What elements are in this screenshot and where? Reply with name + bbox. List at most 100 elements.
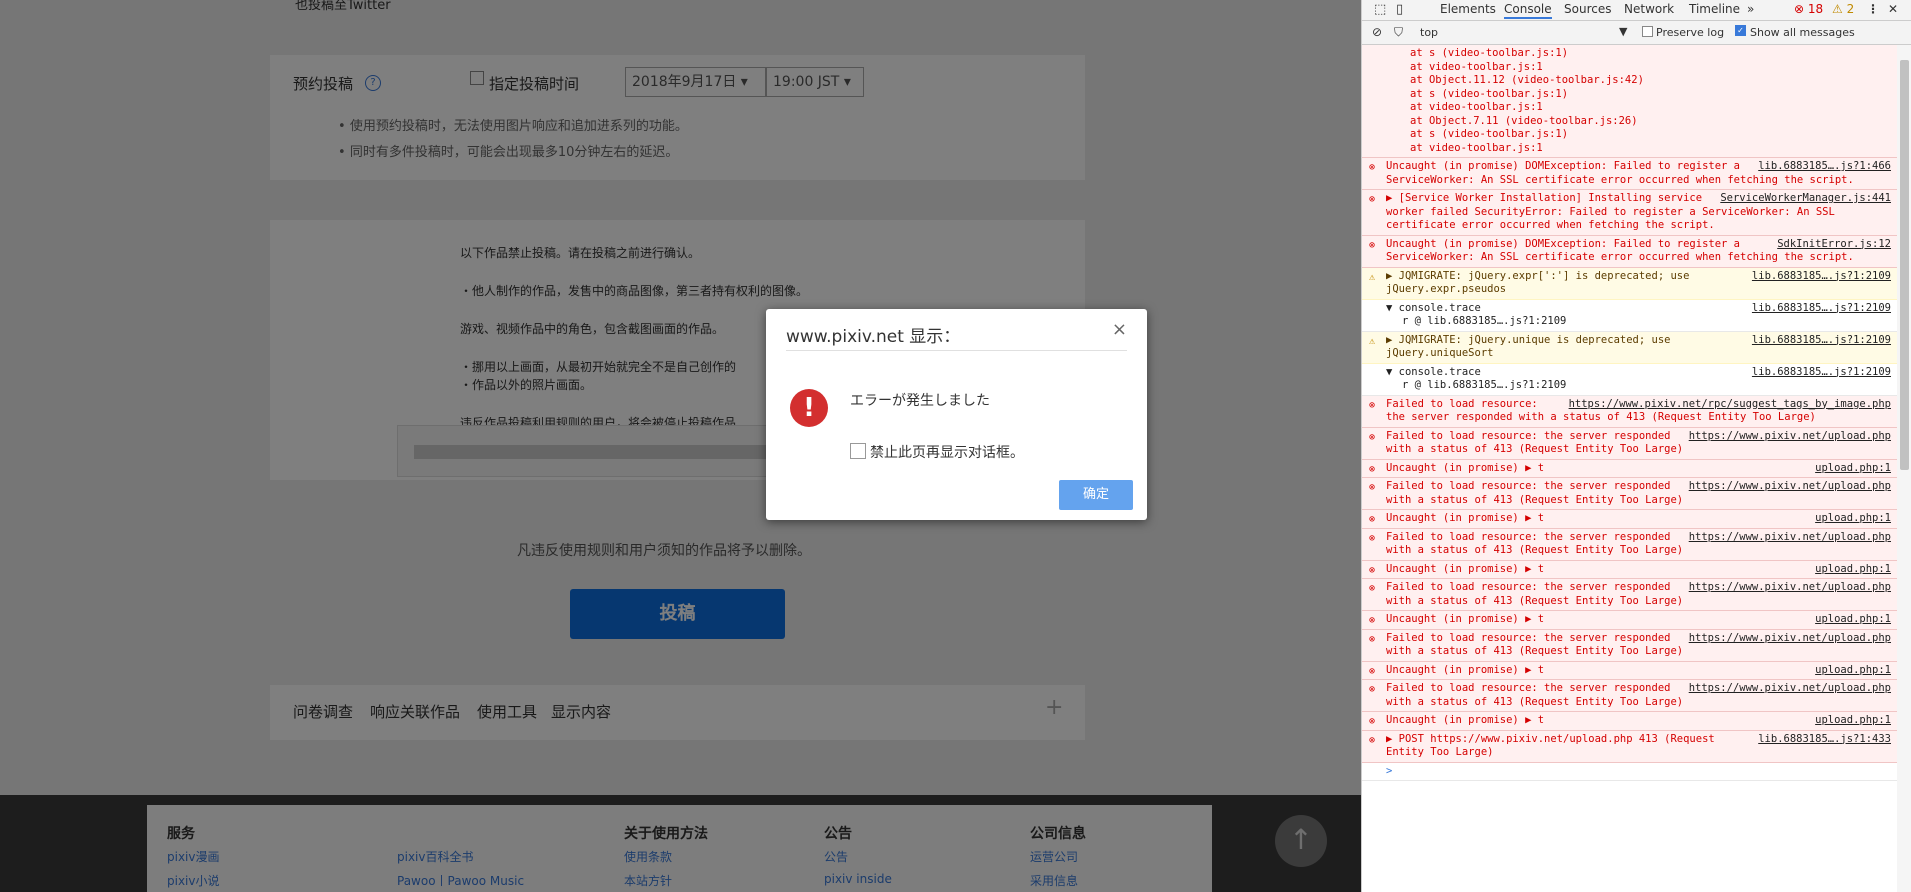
message-source-link[interactable]: https://www.pixiv.net/upload.php [1689, 632, 1891, 646]
console-message[interactable]: ⊗ upload.php:1 Uncaught (in promise) ▶ t [1362, 712, 1897, 731]
message-source-link[interactable]: upload.php:1 [1815, 664, 1891, 678]
console-message[interactable]: ⊗ lib.6883185….js?1:466 Uncaught (in promi… [1362, 158, 1897, 190]
message-source-link[interactable]: https://www.pixiv.net/upload.php [1689, 682, 1891, 696]
trace-frame-link[interactable]: r @ lib.6883185….js?1:2109 [1386, 379, 1891, 393]
error-icon: ⊗ [1369, 514, 1376, 525]
tab-elements[interactable]: Elements [1440, 2, 1496, 16]
console-message[interactable]: ⊗ lib.6883185….js?1:433 ▶ POST https://www… [1362, 730, 1897, 763]
error-icon: ⊗ [1369, 564, 1376, 576]
message-source-link[interactable]: upload.php:1 [1815, 613, 1891, 627]
warning-count: 2 [1846, 2, 1855, 16]
message-source-link[interactable]: ServiceWorkerManager.js:441 [1720, 192, 1891, 206]
stack-line[interactable]: at s (video-toolbar.js:1) [1410, 128, 1891, 142]
modal-overlay[interactable] [0, 0, 1361, 892]
stack-line[interactable]: at s (video-toolbar.js:1) [1410, 88, 1891, 102]
message-source-link[interactable]: upload.php:1 [1815, 563, 1891, 577]
message-source-link[interactable]: lib.6883185….js?1:2109 [1752, 270, 1891, 284]
tab-timeline[interactable]: Timeline [1689, 2, 1740, 16]
warning-icon: ⚠ [1369, 335, 1376, 347]
kebab-menu-icon[interactable]: ⋮ [1867, 2, 1879, 16]
message-source-link[interactable]: lib.6883185….js?1:2109 [1752, 302, 1891, 316]
console-message[interactable]: lib.6883185….js?1:2109 ▼ console.trace r @… [1362, 299, 1897, 332]
filter-icon[interactable]: ⛉ [1394, 25, 1403, 40]
message-text: Uncaught (in promise) ▶ t [1386, 714, 1545, 726]
tab-more[interactable]: » [1747, 2, 1754, 16]
stack-line[interactable]: at video-toolbar.js:1 [1410, 142, 1891, 156]
stack-line[interactable]: at video-toolbar.js:1 [1410, 101, 1891, 115]
message-source-link[interactable]: lib.6883185….js?1:466 [1758, 160, 1891, 174]
inspect-icon[interactable]: ⬚ [1374, 2, 1386, 17]
stack-lines: at s (video-toolbar.js:1) at video-toolba… [1410, 47, 1891, 155]
stack-line[interactable]: at Object.7.11 (video-toolbar.js:26) [1410, 115, 1891, 129]
console-message[interactable]: lib.6883185….js?1:2109 ▼ console.trace r @… [1362, 363, 1897, 396]
trace-frame-link[interactable]: r @ lib.6883185….js?1:2109 [1386, 315, 1891, 329]
error-icon: ⊗ [1369, 684, 1376, 695]
ok-button[interactable]: 确定 [1059, 480, 1133, 510]
console-message[interactable]: ⊗ upload.php:1 Uncaught (in promise) ▶ t [1362, 611, 1897, 630]
context-select[interactable]: top [1420, 26, 1438, 39]
close-icon[interactable]: ✕ [1888, 2, 1898, 16]
tab-network[interactable]: Network [1624, 2, 1674, 16]
context-dropdown-icon[interactable]: ▼ [1619, 25, 1627, 38]
message-text: ▶ JQMIGRATE: jQuery.unique is deprecated… [1386, 333, 1671, 360]
console-message[interactable]: ⊗ upload.php:1 Uncaught (in promise) ▶ t [1362, 459, 1897, 478]
stack-line[interactable]: at video-toolbar.js:1 [1410, 61, 1891, 75]
show-all-checkbox[interactable]: ✓ [1735, 25, 1746, 36]
console-message[interactable]: ⊗ upload.php:1 Uncaught (in promise) ▶ t [1362, 510, 1897, 529]
error-icon: ⊗ [1369, 532, 1376, 544]
console-message[interactable]: ⊗ https://www.pixiv.net/upload.php Failed … [1362, 629, 1897, 662]
stack-line[interactable]: at Object.11.12 (video-toolbar.js:42) [1410, 74, 1891, 88]
suppress-checkbox-label[interactable]: 禁止此页再显示对话框。 [870, 442, 1024, 462]
console-message[interactable]: ⊗ upload.php:1 Uncaught (in promise) ▶ t [1362, 661, 1897, 680]
message-text: Uncaught (in promise) ▶ t [1386, 512, 1545, 524]
error-icon: ⊗ [1369, 583, 1376, 594]
error-icon: ⊗ [1369, 194, 1376, 205]
device-icon[interactable]: ▯ [1396, 2, 1403, 17]
console-message[interactable]: ⊗ https://www.pixiv.net/upload.php Failed … [1362, 427, 1897, 460]
message-source-link[interactable]: https://www.pixiv.net/upload.php [1689, 581, 1891, 595]
console-message[interactable]: ⊗ https://www.pixiv.net/upload.php Failed … [1362, 579, 1897, 611]
error-icon: ⊗ [1369, 162, 1376, 173]
preserve-log-checkbox[interactable] [1642, 26, 1653, 37]
message-source-link[interactable]: lib.6883185….js?1:433 [1758, 733, 1891, 747]
error-icon: ⊗ [1369, 633, 1376, 645]
console-message[interactable]: ⊗ https://www.pixiv.net/upload.php Failed … [1362, 478, 1897, 510]
tab-console[interactable]: Console [1504, 2, 1552, 19]
console-message[interactable]: ⊗ upload.php:1 Uncaught (in promise) ▶ t [1362, 560, 1897, 579]
console-message[interactable]: ⚠ lib.6883185….js?1:2109 ▶ JQMIGRATE: jQue… [1362, 267, 1897, 300]
error-icon: ⊗ [1369, 734, 1376, 746]
console-message[interactable]: ⊗ ServiceWorkerManager.js:441 ▶ [Service W… [1362, 190, 1897, 236]
console-toolbar: ⊘ ⛉ top ▼ Preserve log ✓ Show all messag… [1362, 21, 1911, 45]
console-message[interactable]: ⊗ https://www.pixiv.net/upload.php Failed … [1362, 528, 1897, 561]
dialog-message: エラーが発生しました [850, 393, 990, 409]
message-source-link[interactable]: https://www.pixiv.net/upload.php [1689, 480, 1891, 494]
message-source-link[interactable]: upload.php:1 [1815, 714, 1891, 728]
stack-line[interactable]: at s (video-toolbar.js:1) [1410, 47, 1891, 61]
message-text: ▼ console.trace [1386, 301, 1481, 314]
warning-icon: ⚠ [1369, 271, 1376, 283]
scrollbar-thumb[interactable] [1900, 60, 1909, 470]
tab-sources[interactable]: Sources [1564, 2, 1611, 16]
message-source-link[interactable]: upload.php:1 [1815, 462, 1891, 476]
message-source-link[interactable]: lib.6883185….js?1:2109 [1752, 366, 1891, 380]
error-icon: ⊗ [1369, 463, 1376, 475]
console-message[interactable]: ⊗ https://www.pixiv.net/upload.php Failed … [1362, 680, 1897, 712]
clear-console-icon[interactable]: ⊘ [1372, 25, 1382, 39]
close-icon[interactable]: × [1112, 319, 1127, 340]
console-message[interactable]: ⚠ lib.6883185….js?1:2109 ▶ JQMIGRATE: jQue… [1362, 331, 1897, 364]
warning-count-badge[interactable]: ⚠ 2 [1832, 2, 1854, 16]
suppress-checkbox[interactable] [850, 443, 866, 459]
message-source-link[interactable]: lib.6883185….js?1:2109 [1752, 334, 1891, 348]
error-count-badge[interactable]: ⊗ 18 [1794, 2, 1823, 16]
console-message[interactable]: ⊗ https://www.pixiv.net/rpc/suggest_tags_… [1362, 395, 1897, 428]
message-source-link[interactable]: https://www.pixiv.net/upload.php [1689, 430, 1891, 444]
message-source-link[interactable]: SdkInitError.js:12 [1777, 238, 1891, 252]
message-source-link[interactable]: https://www.pixiv.net/upload.php [1689, 531, 1891, 545]
message-source-link[interactable]: https://www.pixiv.net/rpc/suggest_tags_b… [1569, 398, 1891, 412]
devtools-panel: ⬚ ▯ Elements Console Sources Network Tim… [1361, 0, 1911, 892]
message-source-link[interactable]: upload.php:1 [1815, 512, 1891, 526]
stack-trace: at s (video-toolbar.js:1) at video-toolba… [1362, 45, 1897, 158]
error-icon: ⊗ [1369, 431, 1376, 443]
console-message[interactable]: ⊗ SdkInitError.js:12 Uncaught (in promise)… [1362, 235, 1897, 268]
console-prompt[interactable]: > [1362, 762, 1897, 781]
